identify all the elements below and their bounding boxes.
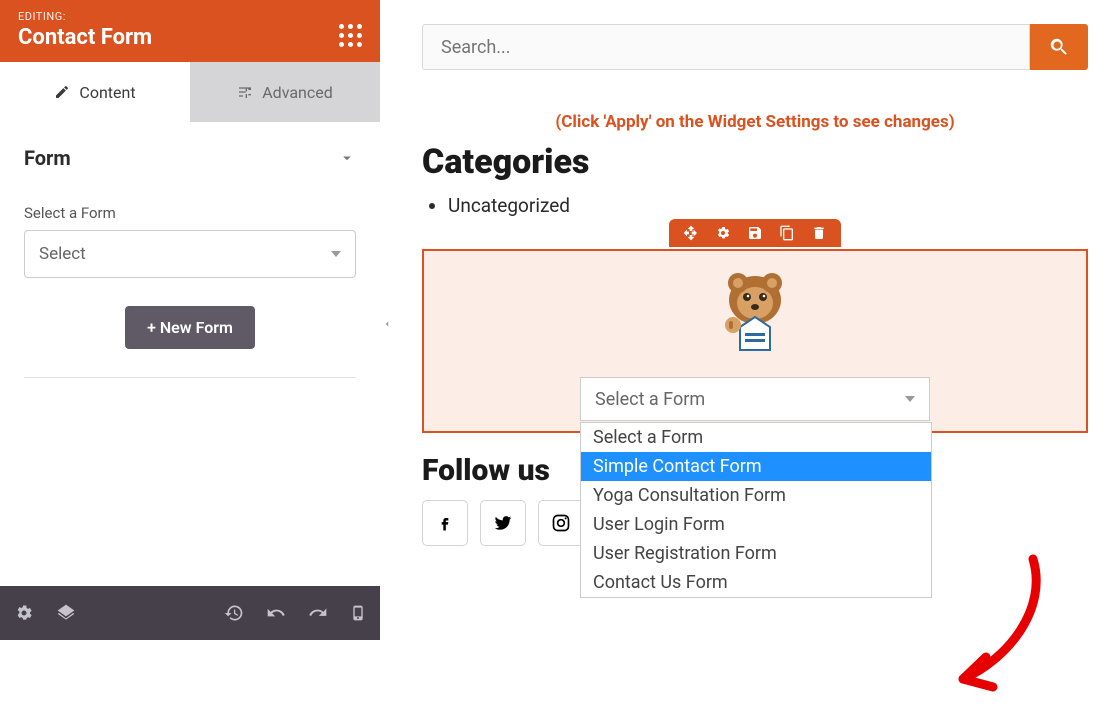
- apply-hint: (Click 'Apply' on the Widget Settings to…: [422, 112, 1088, 132]
- search-icon: [1048, 36, 1070, 58]
- dropdown-option[interactable]: Select a Form: [581, 423, 931, 452]
- dropdown-option[interactable]: Yoga Consultation Form: [581, 481, 931, 510]
- form-select-sidebar[interactable]: Select: [24, 230, 356, 278]
- editor-sidebar: EDITING: Contact Form Content Advanced F…: [0, 0, 380, 640]
- categories-list: Uncategorized: [422, 194, 1088, 217]
- search-button[interactable]: [1030, 24, 1088, 70]
- social-twitter[interactable]: [480, 500, 526, 546]
- dropdown-option[interactable]: Contact Us Form: [581, 568, 931, 597]
- wpforms-widget[interactable]: Select a Form Select a FormSimple Contac…: [422, 249, 1088, 433]
- undo-icon[interactable]: [266, 603, 286, 623]
- twitter-icon: [493, 513, 513, 533]
- move-icon[interactable]: [683, 225, 699, 241]
- duplicate-icon[interactable]: [779, 225, 795, 241]
- categories-heading: Categories: [422, 142, 1088, 182]
- tab-advanced-label: Advanced: [262, 83, 333, 102]
- new-form-button[interactable]: + New Form: [125, 306, 255, 349]
- social-facebook[interactable]: [422, 500, 468, 546]
- annotation-arrow-icon: [938, 549, 1058, 709]
- section-form-label: Form: [24, 146, 71, 170]
- chevron-down-icon: [338, 149, 356, 167]
- category-item[interactable]: Uncategorized: [448, 194, 1088, 217]
- editing-label: EDITING:: [18, 10, 362, 23]
- divider: [24, 377, 356, 378]
- facebook-icon: [435, 513, 455, 533]
- redo-icon[interactable]: [308, 603, 328, 623]
- form-select-dropdown: Select a FormSimple Contact FormYoga Con…: [580, 422, 932, 598]
- delete-icon[interactable]: [811, 225, 827, 241]
- dropdown-option[interactable]: Simple Contact Form: [581, 452, 931, 481]
- chevron-left-icon: [382, 317, 392, 331]
- social-instagram[interactable]: [538, 500, 584, 546]
- gear-icon[interactable]: [14, 603, 34, 623]
- sidebar-footer: [0, 586, 380, 640]
- widget-toolbar: [669, 219, 841, 247]
- preview-canvas: (Click 'Apply' on the Widget Settings to…: [394, 0, 1116, 640]
- widget-wrapper: Select a Form Select a FormSimple Contac…: [422, 249, 1088, 433]
- form-select-preview-label: Select a Form: [595, 389, 705, 410]
- form-select-preview[interactable]: Select a Form Select a FormSimple Contac…: [580, 377, 930, 421]
- widget-title: Contact Form: [18, 25, 362, 50]
- panel-tabs: Content Advanced: [0, 62, 380, 122]
- caret-down-icon: [331, 251, 341, 257]
- dropdown-option[interactable]: User Registration Form: [581, 539, 931, 568]
- tab-advanced[interactable]: Advanced: [190, 62, 380, 122]
- layers-icon[interactable]: [56, 603, 76, 623]
- edit-widget-icon[interactable]: [715, 225, 731, 241]
- tab-content-label: Content: [79, 83, 135, 102]
- search-bar: [422, 24, 1088, 70]
- section-form[interactable]: Form: [24, 146, 356, 180]
- history-icon[interactable]: [224, 603, 244, 623]
- wpforms-mascot-icon: [705, 265, 805, 355]
- search-input[interactable]: [422, 24, 1030, 70]
- caret-down-icon: [905, 396, 915, 402]
- apps-icon[interactable]: [339, 24, 362, 47]
- dropdown-option[interactable]: User Login Form: [581, 510, 931, 539]
- save-icon[interactable]: [747, 225, 763, 241]
- collapse-sidebar[interactable]: [380, 310, 394, 338]
- sliders-icon: [237, 84, 253, 100]
- instagram-icon: [551, 513, 571, 533]
- content-panel: Form Select a Form Select + New Form: [0, 122, 380, 586]
- sidebar-header: EDITING: Contact Form: [0, 0, 380, 62]
- form-select-sidebar-value: Select: [39, 244, 86, 264]
- tab-content[interactable]: Content: [0, 62, 190, 122]
- field-label-select-form: Select a Form: [24, 204, 356, 222]
- pencil-icon: [54, 84, 70, 100]
- responsive-icon[interactable]: [350, 602, 366, 624]
